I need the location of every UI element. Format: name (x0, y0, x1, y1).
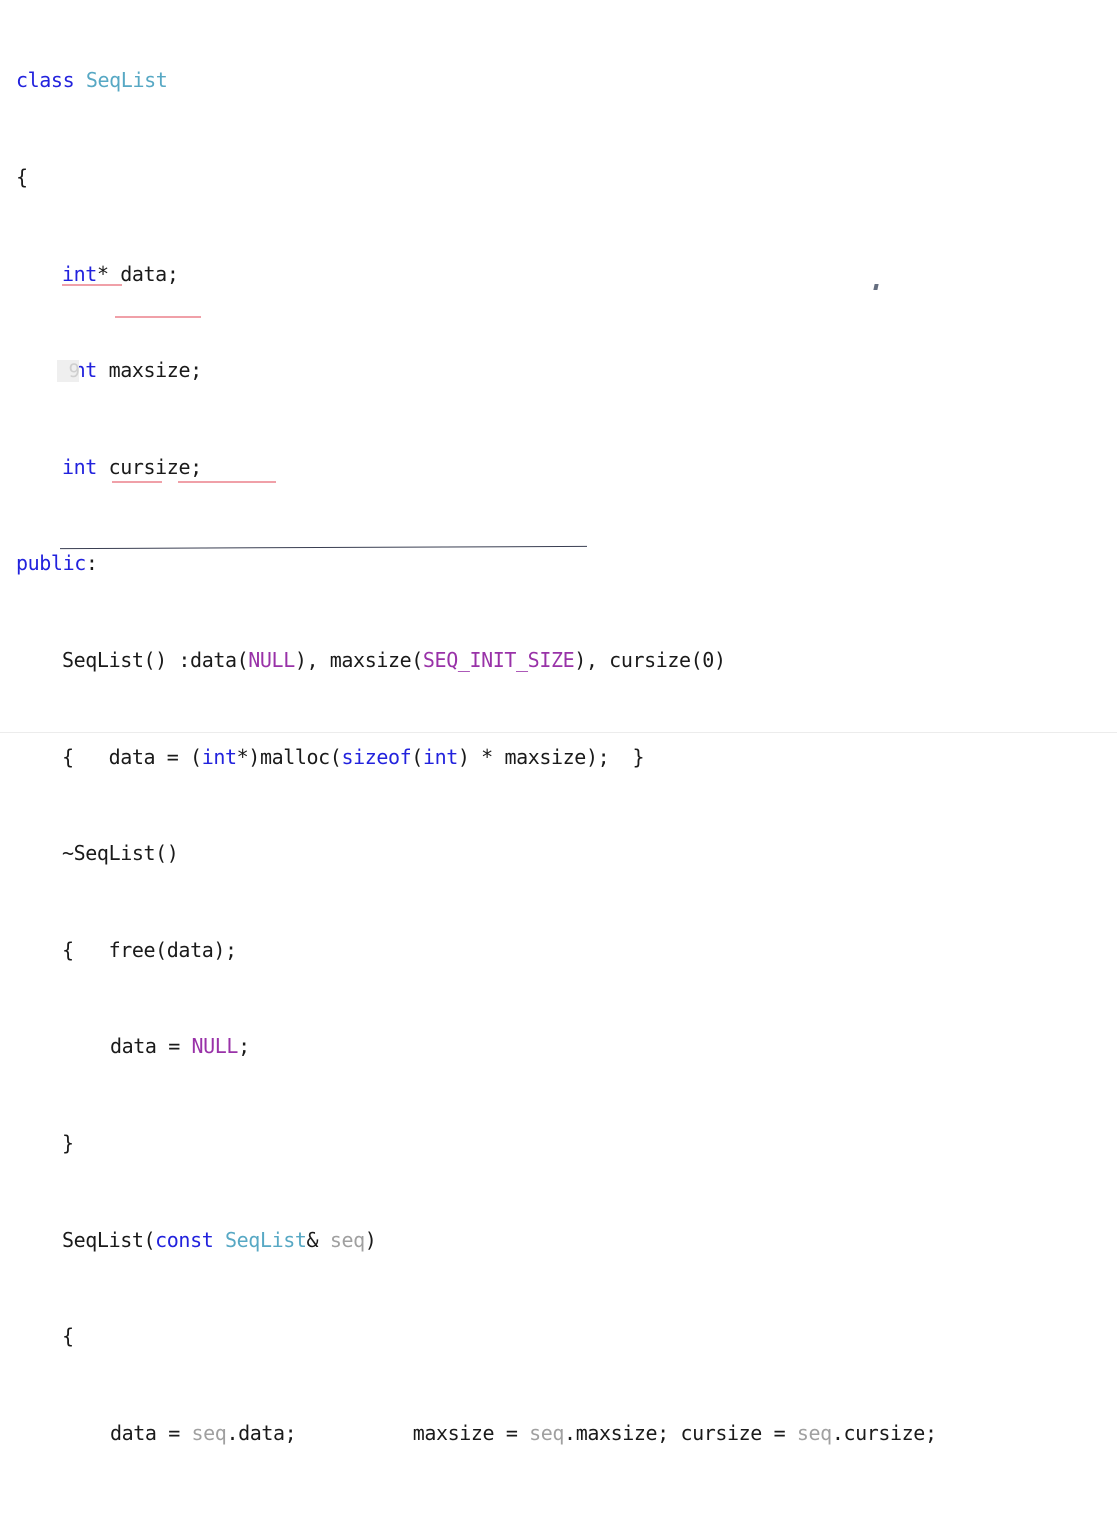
token-macro: NULL (248, 647, 295, 672)
token-keyword: const (155, 1227, 214, 1252)
token-identifier: ), cursize(0) (574, 647, 726, 672)
token-punct: : (85, 551, 98, 576)
token-identifier: free(data); (73, 937, 237, 962)
token-parameter: seq (191, 1420, 227, 1445)
token-identifier: .cursize; (831, 1420, 937, 1445)
code-line: SeqList() :data(NULL), maxsize(SEQ_INIT_… (0, 644, 1117, 676)
ghost-glyph-artifact: 9 (57, 360, 80, 382)
error-underline-free-call (115, 316, 201, 318)
code-line: int* data; (0, 258, 1117, 290)
token-user-type: SeqList (85, 68, 168, 93)
code-line: data = NULL; (0, 1030, 1117, 1062)
code-line: { data = (int*)malloc(sizeof(int) * maxs… (0, 741, 1117, 773)
token-punct: ; (238, 1034, 250, 1059)
token-brace: } (62, 1130, 74, 1155)
token-identifier: .maxsize; cursize = (564, 1420, 797, 1445)
code-line: SeqList(const SeqList& seq) (0, 1224, 1117, 1256)
token-operator: & (306, 1227, 319, 1252)
code-line: } (0, 1127, 1117, 1159)
code-line: { free(data); (0, 934, 1117, 966)
code-editor-canvas: class SeqList { int* data; int maxsize; … (0, 0, 1117, 1445)
token-brace: { data = ( (62, 744, 202, 769)
token-identifier: maxsize; (108, 358, 203, 383)
token-identifier: SeqList() :data( (62, 647, 249, 672)
token-punct: ( (411, 744, 423, 769)
token-keyword: int (62, 261, 97, 286)
token-operator: * (96, 261, 109, 286)
token-keyword: class (16, 68, 75, 93)
token-parameter: seq (796, 1420, 832, 1445)
code-line: ~SeqList() (0, 837, 1117, 869)
token-identifier: .data; maxsize = (226, 1420, 530, 1445)
token-keyword: int (201, 744, 237, 769)
token-identifier: ~SeqList() (62, 841, 179, 866)
token-macro: NULL (191, 1034, 239, 1059)
token-punct: ) (364, 1227, 377, 1252)
error-underline-destructor (62, 284, 122, 286)
code-line: data = seq.data; maxsize = seq.maxsize; … (0, 1417, 1117, 1449)
token-keyword: int (62, 454, 97, 479)
token-parameter: seq (529, 1420, 565, 1445)
code-line: { (0, 161, 1117, 193)
bottom-hairline (0, 732, 1117, 733)
token-keyword: public (16, 551, 86, 576)
token-brace: { (62, 1324, 74, 1349)
error-underline-seq-data (178, 481, 276, 483)
token-brace: { (16, 165, 28, 189)
code-line: int maxsize; (0, 354, 1117, 386)
error-underline-data-lhs (112, 481, 162, 483)
token-identifier: )malloc( (248, 744, 342, 769)
token-brace: { (62, 937, 74, 962)
token-identifier: cursize; (108, 454, 203, 479)
code-line: { (0, 1320, 1117, 1352)
token-operator: * (236, 744, 249, 769)
token-identifier: SeqList( (62, 1227, 156, 1252)
token-identifier: ) * maxsize); } (457, 744, 645, 769)
code-line: int cursize; (0, 451, 1117, 483)
code-line: public: (0, 547, 1117, 579)
token-keyword: sizeof (341, 744, 412, 769)
token-keyword: int (422, 744, 458, 769)
token-identifier: data; (120, 261, 179, 286)
token-parameter: seq (329, 1227, 365, 1252)
token-identifier: ), maxsize( (294, 647, 423, 672)
token-identifier: data = (110, 1034, 192, 1059)
token-macro: SEQ_INIT_SIZE (422, 647, 575, 672)
token-user-type: SeqList (225, 1227, 307, 1252)
token-identifier: data = (110, 1420, 192, 1445)
code-line: class SeqList (0, 64, 1117, 96)
code-line: } (0, 1513, 1117, 1516)
code-block: class SeqList { int* data; int maxsize; … (0, 0, 1117, 1516)
